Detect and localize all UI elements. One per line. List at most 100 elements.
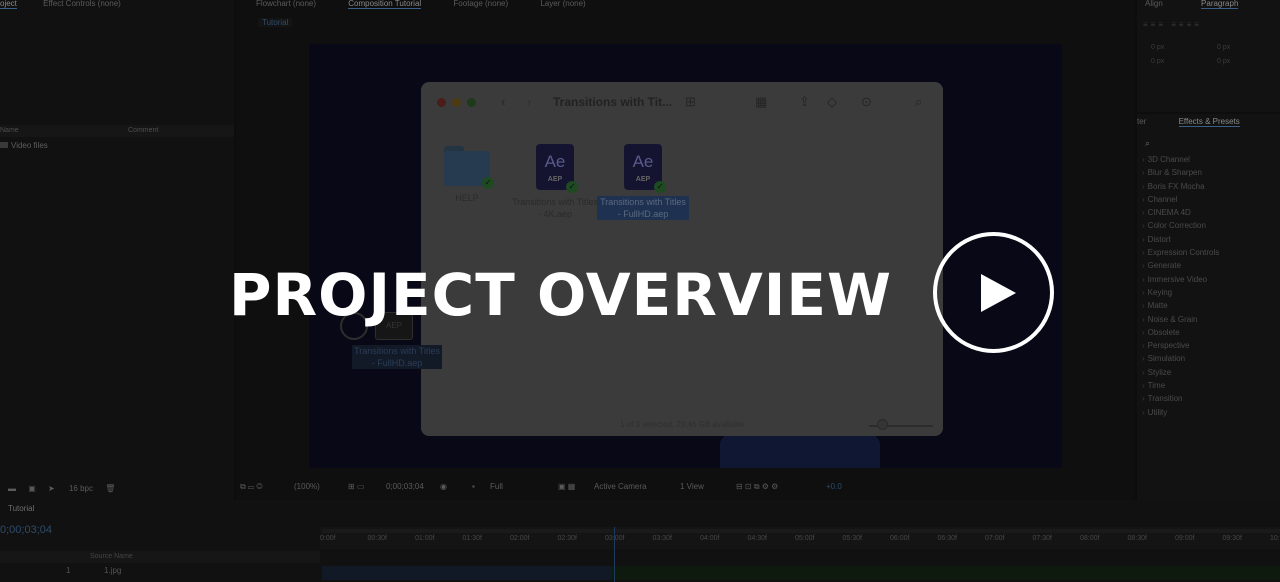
space-after[interactable]: 0 px [1217, 58, 1230, 65]
project-folder-item[interactable]: Video files [0, 141, 48, 150]
column-comment[interactable]: Comment [128, 127, 158, 134]
snapshot-icon[interactable]: ⧉ ▭ ◎ [240, 482, 263, 492]
indent-left[interactable]: 0 px [1151, 44, 1164, 51]
effects-item[interactable]: › Channel [1142, 195, 1219, 208]
headline: PROJECT OVERVIEW [229, 261, 892, 329]
indent-right[interactable]: 0 px [1217, 44, 1230, 51]
space-before[interactable]: 0 px [1151, 58, 1164, 65]
tab-layer[interactable]: Layer (none) [540, 0, 585, 8]
effects-item[interactable]: › Transition [1142, 394, 1219, 407]
tab-paragraph[interactable]: Paragraph [1201, 0, 1239, 9]
forward-icon[interactable]: › [527, 94, 531, 109]
bpc-label[interactable]: 16 bpc [69, 484, 93, 493]
finder-window: ‹ › Transitions with Tit... ⊞ ▦ ⇪ ◇ ⊙ ⌕ … [421, 82, 943, 436]
project-footer: ▬ ▣ ➤ 16 bpc 🗑 [8, 484, 115, 496]
timeline-tick: 00:30f [367, 535, 387, 542]
grid-icon[interactable]: ⊞ ▭ [348, 482, 364, 491]
tab-character[interactable]: ter [1137, 117, 1146, 126]
synced-check-icon: ✓ [482, 177, 494, 189]
paragraph-align-buttons[interactable]: ≡≡≡ ≡≡≡≡ [1143, 20, 1202, 29]
effects-item[interactable]: › Generate [1142, 261, 1219, 274]
effects-item[interactable]: › Color Correction [1142, 221, 1219, 234]
chevron-right-icon: › [1142, 221, 1145, 231]
flow-icon[interactable]: ➤ [48, 484, 55, 493]
effects-item[interactable]: › Utility [1142, 408, 1219, 421]
chevron-right-icon: › [1142, 407, 1145, 417]
effects-item[interactable]: › Noise & Grain [1142, 315, 1219, 328]
effects-item[interactable]: › Blur & Sharpen [1142, 168, 1219, 181]
view-options-icon[interactable]: ⊟ ⊡ ⧉ ⚙ ⚙ [736, 482, 778, 492]
timecode[interactable]: 0;00;03;04 [386, 482, 424, 491]
camera-select[interactable]: Active Camera [594, 482, 646, 491]
effects-item[interactable]: › CINEMA 4D [1142, 208, 1219, 221]
effects-item[interactable]: › Stylize [1142, 368, 1219, 381]
chevron-right-icon: › [1142, 248, 1145, 258]
tab-footage[interactable]: Footage (none) [453, 0, 508, 8]
project-column-header: Name Comment [0, 125, 234, 137]
resolution-select[interactable]: Full [490, 482, 503, 491]
folder-label: Video files [11, 141, 48, 150]
camera-snapshot-icon[interactable]: ◉ [440, 482, 447, 491]
timeline-tab[interactable]: Tutorial [8, 504, 34, 513]
source-name-header[interactable]: Source Name [90, 553, 133, 560]
comp-subtab[interactable]: Tutorial [258, 18, 293, 27]
timeline-tick: 07:30f [1032, 535, 1052, 542]
region-icon[interactable]: ▣ ▦ [558, 482, 575, 491]
tab-composition[interactable]: Composition Tutorial [348, 0, 422, 9]
play-button[interactable] [933, 232, 1054, 353]
tab-effects-presets[interactable]: Effects & Presets [1178, 117, 1240, 127]
effects-item[interactable]: › Distort [1142, 235, 1219, 248]
chevron-right-icon: › [1142, 341, 1145, 351]
work-area-bar[interactable] [322, 529, 1280, 533]
play-icon [981, 274, 1016, 312]
search-icon[interactable]: ⌕ [915, 94, 922, 110]
timeline-tick: 08:30f [1127, 535, 1147, 542]
timeline-current-time[interactable]: 0;00;03;04 [0, 524, 52, 536]
effects-item[interactable]: › 3D Channel [1142, 155, 1219, 168]
trash-icon[interactable]: 🗑 [105, 484, 115, 493]
tab-flowchart[interactable]: Flowchart (none) [256, 0, 316, 8]
effects-item[interactable]: › Perspective [1142, 341, 1219, 354]
chevron-right-icon: › [1142, 155, 1145, 164]
view-grid-icon[interactable]: ⊞ [685, 94, 696, 110]
comp-new-icon[interactable]: ▣ [28, 484, 36, 493]
color-icon[interactable]: ▪ [472, 482, 475, 491]
effects-item[interactable]: › Boris FX Mocha [1142, 182, 1219, 195]
drag-label: Transitions with Titles - FullHD.aep [352, 345, 442, 369]
back-icon[interactable]: ‹ [501, 94, 505, 109]
view-select[interactable]: 1 View [680, 482, 704, 491]
effects-search-input[interactable]: ⌕ [1145, 138, 1275, 148]
effects-item[interactable]: › Matte [1142, 301, 1219, 314]
effects-item[interactable]: › Obsolete [1142, 328, 1219, 341]
project-panel-tabs: oject Effect Controls (none) [0, 0, 145, 11]
group-icon[interactable]: ▦ [755, 94, 767, 110]
playhead[interactable] [614, 527, 615, 582]
effects-item[interactable]: › Expression Controls [1142, 248, 1219, 261]
layer-selected-bar[interactable] [322, 566, 612, 580]
effects-item[interactable]: › Immersive Video [1142, 275, 1219, 288]
synced-check-icon: ✓ [566, 181, 578, 193]
close-light-icon[interactable] [437, 98, 446, 107]
tab-align[interactable]: Align [1145, 0, 1163, 8]
file-help-folder[interactable]: ✓ HELP [421, 146, 513, 204]
layer-row[interactable]: 1 1.jpg [0, 564, 320, 578]
tag-icon[interactable]: ◇ [827, 94, 837, 110]
file-aep-fullhd[interactable]: Ae AEP ✓ Transitions with Titles - FullH… [597, 144, 689, 220]
minimize-light-icon[interactable] [452, 98, 461, 107]
timeline-tick: 04:30f [747, 535, 767, 542]
exposure-value[interactable]: +0.0 [826, 482, 842, 491]
tab-effect-controls[interactable]: Effect Controls (none) [43, 0, 121, 8]
zoom-select[interactable]: (100%) [294, 482, 320, 491]
more-icon[interactable]: ⊙ [861, 94, 872, 110]
zoom-light-icon[interactable] [467, 98, 476, 107]
column-name[interactable]: Name [0, 127, 19, 134]
effects-item[interactable]: › Time [1142, 381, 1219, 394]
effects-item[interactable]: › Simulation [1142, 354, 1219, 367]
effects-item[interactable]: › Keying [1142, 288, 1219, 301]
share-icon[interactable]: ⇪ [799, 94, 810, 110]
file-aep-4k[interactable]: Ae AEP ✓ Transitions with Titles - 4K.ae… [509, 144, 601, 220]
folder-new-icon[interactable]: ▬ [8, 484, 16, 493]
timeline-tick: 06:00f [890, 535, 910, 542]
icon-size-slider-knob[interactable] [877, 419, 888, 430]
tab-project[interactable]: oject [0, 0, 17, 9]
